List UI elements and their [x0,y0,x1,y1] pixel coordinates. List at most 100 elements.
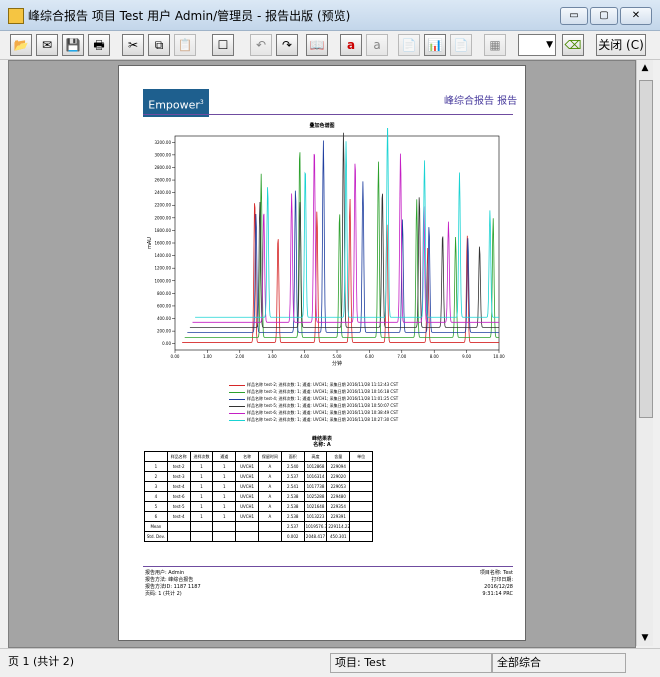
footer-project: 项目名称: Test [479,570,513,576]
x-tick-label: 0.00 [171,354,180,359]
table-cell [166,521,191,532]
redo-button[interactable]: ↷ [276,34,298,56]
table-cell [212,531,237,542]
chromatogram-chart: 0.00 200.00 400.00 600.00 800.00 1000.00 1200.… [147,128,505,367]
open-icon: 📂 [13,38,29,52]
paste-icon: 📋 [177,38,193,52]
status-mode: 全部综合 [492,653,626,673]
table-cell: 1 [189,501,214,512]
scroll-thumb[interactable] [639,80,653,418]
grid-button[interactable]: ▦ [484,34,506,56]
table-cell: 6 [144,511,168,522]
table-cell: A [257,501,282,512]
doc2-button[interactable]: 📄 [450,34,472,56]
table-cell: 1 [212,511,237,522]
footer-divider [143,566,513,567]
table-cell: 2.541 [280,481,305,492]
cut-button[interactable]: ✂ [122,34,144,56]
table-cell [349,481,373,492]
doc-icon: 📄 [401,38,417,52]
close-button[interactable]: 关闭 (C) [596,34,646,56]
book-icon: 📖 [309,38,325,52]
print-button[interactable]: 🖶 [88,34,110,56]
header-divider [143,114,513,115]
table-header-cell [144,451,168,462]
open-button[interactable]: 📂 [10,34,32,56]
legend-swatch [229,419,245,421]
legend-swatch [229,412,245,414]
text-button[interactable]: a [340,34,362,56]
save-icon: 💾 [65,38,81,52]
x-tick-label: 1.00 [203,354,212,359]
table-cell: 450.301 [326,531,351,542]
y-tick-label: 2600.00 [154,178,171,183]
table-cell: UVCH1 [235,471,259,482]
table-cell: 1 [212,481,237,492]
table-cell: 3 [144,481,168,492]
legend-swatch [229,391,245,393]
table-cell [189,521,214,532]
table-cell: 5 [144,501,168,512]
table-cell: UVCH1 [235,481,259,492]
table-cell [349,501,373,512]
table-cell: 2.537 [280,471,305,482]
table-cell: 229020 [326,471,351,482]
table-row: Mean 2.5371019576.796229114.228 [144,521,373,532]
doc-button[interactable]: 📄 [398,34,420,56]
table-cell: 2048.417 [303,531,328,542]
table-cell: 1 [189,481,214,492]
table-header-cell: 高度 [303,451,328,462]
table-cell: 2.538 [280,511,305,522]
save-button[interactable]: 💾 [62,34,84,56]
table-cell: UVCH1 [235,501,259,512]
footer-time: 9:31:14 PRC [482,591,513,597]
grid-icon: ▦ [489,38,501,52]
table-cell [349,531,373,542]
zoom-dropdown[interactable]: ▼ [518,34,556,56]
email-icon: ✉ [41,38,53,52]
footer-print-label: 打印日期: [491,577,513,583]
table-cell: A [257,481,282,492]
y-tick-label: 1400.00 [154,253,171,258]
table-cell: 229114.228 [326,521,351,532]
table-cell: A [257,461,282,472]
table-row: Std. Dev. 0.002 2048.417 450.301 [144,531,373,542]
table-cell: 1 [212,471,237,482]
x-tick-label: 6.00 [365,354,374,359]
x-tick-label: 10.00 [493,354,505,359]
table-cell [235,521,259,532]
chart-icon: 📊 [427,38,443,52]
footer-page: 页码: 1 (共计 2) [145,591,182,597]
toolbar: 📂 ✉ 💾 🖶 ✂ ⧉ 📋 ☐ ↶ ↷ 📖 a a 📄 📊 📄 ▦ ▼ ⌫ 关闭… [0,31,660,60]
table-cell: 1021648 [303,501,328,512]
paste-button[interactable]: 📋 [174,34,196,56]
email-button[interactable]: ✉ [36,34,58,56]
report-title: 峰综合报告 报告 [444,96,518,107]
eraser-button[interactable]: ⌫ [562,34,584,56]
undo-button[interactable]: ↶ [250,34,272,56]
minimize-button[interactable]: ▭ [560,7,588,25]
book-button[interactable]: 📖 [306,34,328,56]
table-cell [166,531,191,542]
legend-entry: 样品名称 test-2; 进样次数: 1; 通道: UVCH1; 采集日期 20… [229,416,398,423]
scroll-down-icon[interactable]: ▼ [637,630,653,646]
scroll-up-icon[interactable]: ▲ [637,60,653,76]
table-header-cell: 样品名称 [166,451,191,462]
legend-entry: 样品名称 test-2; 进样次数: 1; 通道: UVCH1; 采集日期 20… [229,381,398,388]
text-dim-icon: a [373,38,381,52]
close-window-button[interactable]: ✕ [620,7,652,25]
y-tick-label: 400.00 [157,316,171,321]
x-tick-label: 5.00 [333,354,342,359]
chart-button[interactable]: 📊 [424,34,446,56]
copy-button[interactable]: ⧉ [148,34,170,56]
y-tick-label: 200.00 [157,329,171,334]
y-tick-label: 3000.00 [154,152,171,157]
frame-button[interactable]: ☐ [212,34,234,56]
table-cell: 229053 [326,481,351,492]
redo-icon: ↷ [281,38,293,52]
maximize-button[interactable]: ▢ [590,7,618,25]
y-tick-label: 2400.00 [154,190,171,195]
vertical-scrollbar[interactable]: ▲ ▼ [636,60,653,646]
text-dim-button[interactable]: a [366,34,388,56]
copy-icon: ⧉ [154,38,164,52]
